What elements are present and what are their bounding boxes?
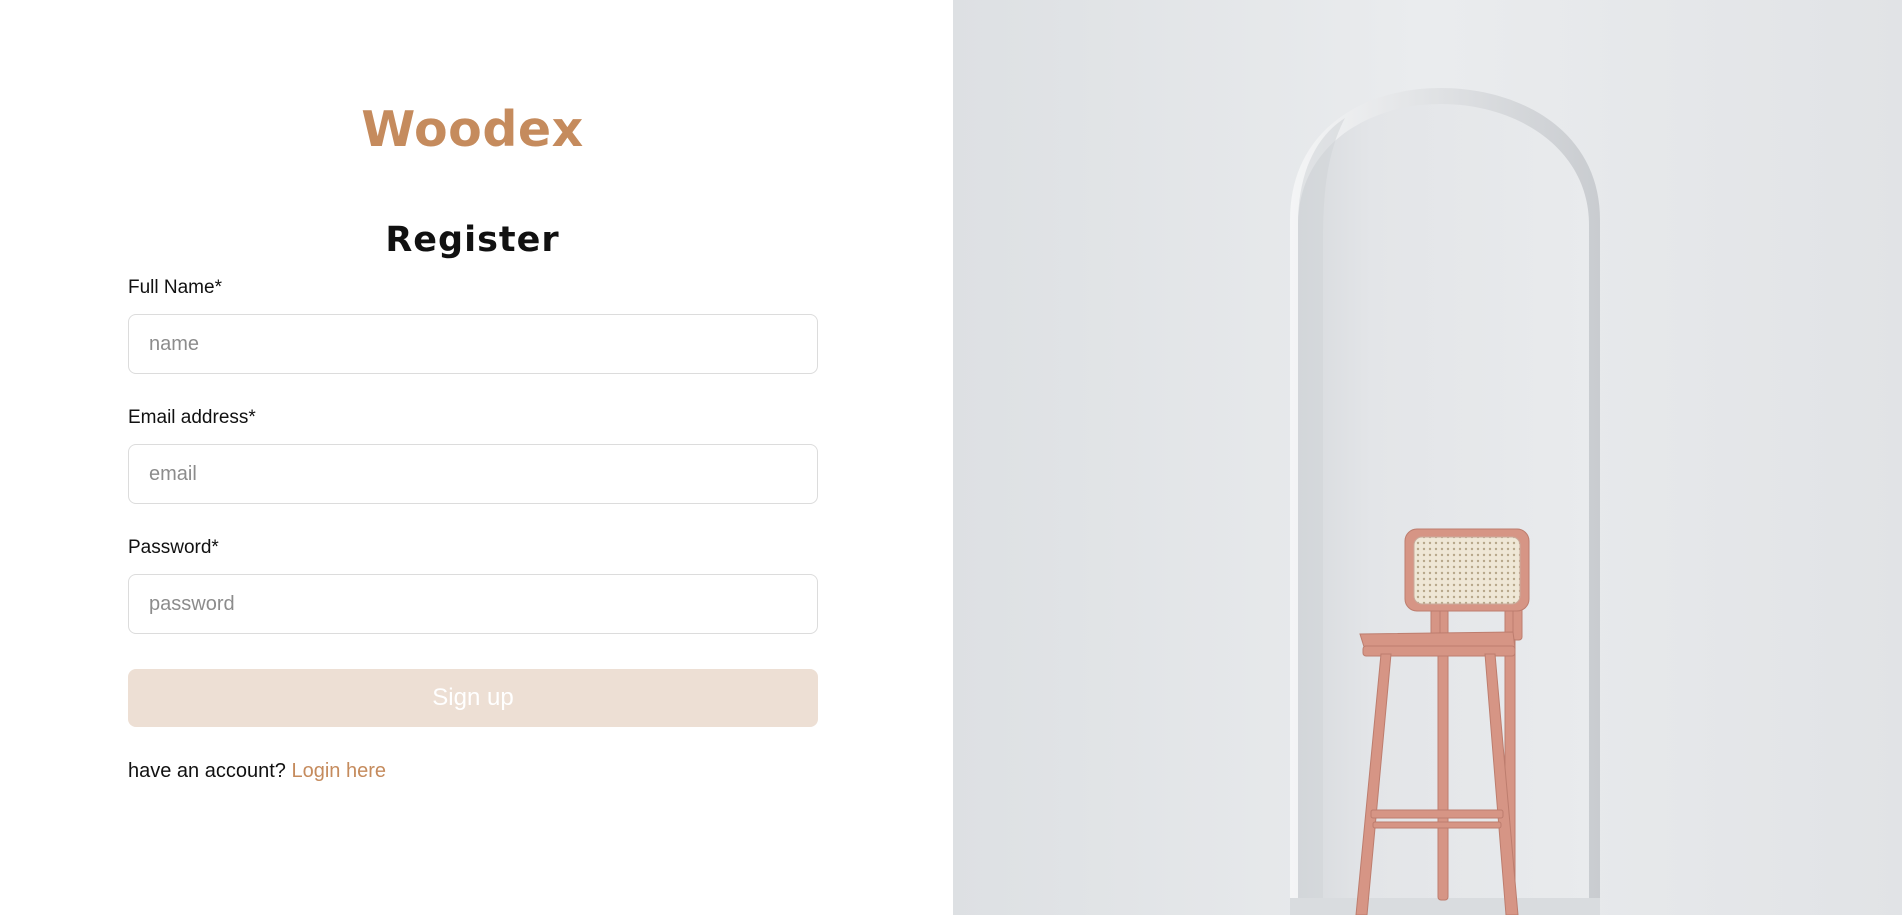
password-input[interactable] bbox=[128, 574, 818, 634]
full-name-input[interactable] bbox=[128, 314, 818, 374]
brand-logo: Woodex bbox=[361, 101, 584, 158]
register-panel: Woodex Register Full Name* Email address… bbox=[0, 0, 953, 915]
password-label: Password* bbox=[128, 537, 219, 558]
email-input[interactable] bbox=[128, 444, 818, 504]
email-label: Email address* bbox=[128, 407, 256, 428]
login-prompt-text: have an account? bbox=[128, 760, 286, 782]
login-link[interactable]: Login here bbox=[291, 760, 386, 782]
hero-image bbox=[953, 0, 1902, 915]
sign-up-button[interactable]: Sign up bbox=[128, 669, 818, 727]
full-name-label: Full Name* bbox=[128, 277, 222, 298]
page-title: Register bbox=[385, 220, 560, 260]
login-prompt: have an account? Login here bbox=[128, 760, 386, 783]
stool-in-arch-illustration bbox=[953, 0, 1902, 915]
